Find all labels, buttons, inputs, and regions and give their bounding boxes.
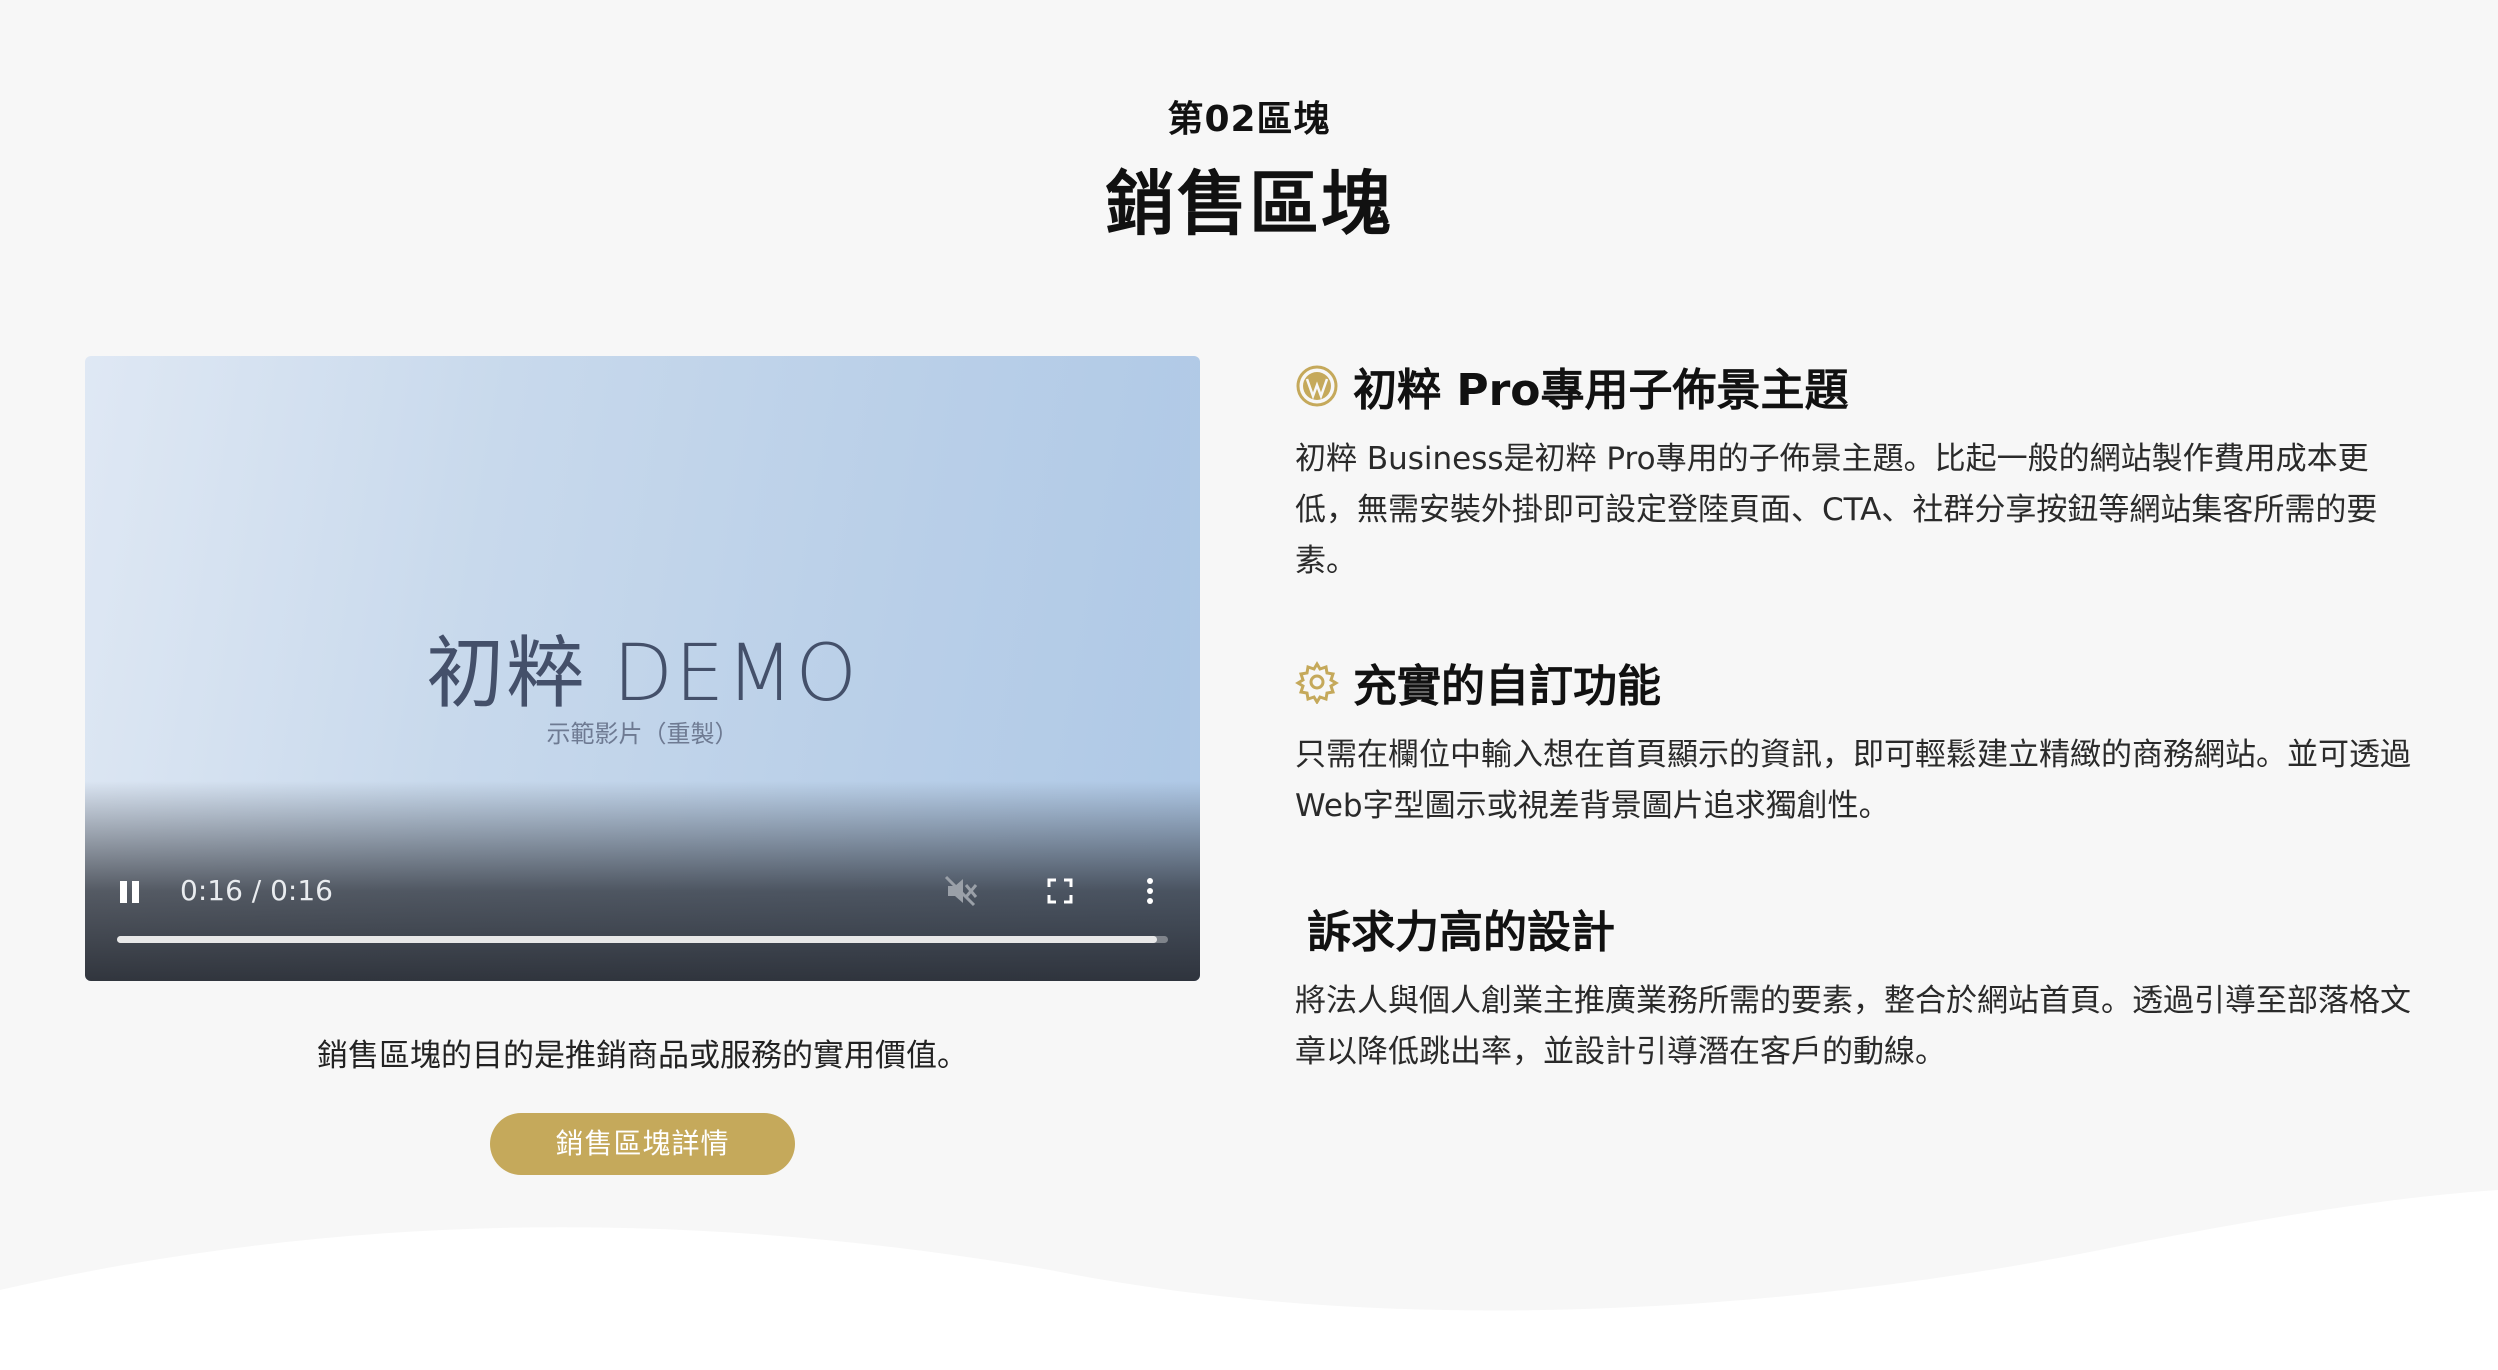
- video-controls: 0:16 / 0:16: [85, 871, 1200, 911]
- video-progress-fill: [117, 936, 1158, 943]
- section-title: 銷售區塊: [1105, 163, 1393, 245]
- video-progress-bar[interactable]: [117, 936, 1168, 943]
- sales-caption: 銷售區塊的目的是推銷商品或服務的實用價值。: [317, 1038, 968, 1074]
- feature-item: 充實的自訂功能 只需在欄位中輸入想在首頁顯示的資訊，即可輕鬆建立精緻的商務網站。…: [1295, 652, 2415, 832]
- feature-title: 初粹 Pro專用子佈景主題: [1295, 356, 2415, 416]
- feature-title-text: 訴求力高的設計: [1307, 907, 1615, 958]
- pause-icon[interactable]: [117, 871, 143, 922]
- section-header: 第02區塊 銷售區塊: [0, 90, 2498, 249]
- feature-item: 訴求力高的設計 將法人與個人創業主推廣業務所需的要素，整合於網站首頁。透過引導至…: [1295, 898, 2415, 1078]
- bottom-wave-divider: [0, 1190, 2498, 1370]
- video-player[interactable]: 初粹 DEMO 示範影片（重製） 0:16 / 0:16: [85, 356, 1200, 981]
- video-time: 0:16 / 0:16: [180, 874, 333, 907]
- feature-title: 充實的自訂功能: [1295, 652, 2415, 712]
- feature-title-text: 初粹 Pro專用子佈景主題: [1353, 365, 1849, 416]
- mute-icon[interactable]: [940, 871, 980, 922]
- feature-description: 只需在欄位中輸入想在首頁顯示的資訊，即可輕鬆建立精緻的商務網站。並可透過Web字…: [1295, 737, 2411, 824]
- section-eyebrow: 第02區塊: [1167, 99, 1331, 140]
- feature-title-text: 充實的自訂功能: [1353, 661, 1661, 712]
- video-poster-subtitle: 示範影片（重製）: [546, 720, 739, 748]
- more-options-icon[interactable]: [1140, 871, 1160, 922]
- feature-item: 初粹 Pro專用子佈景主題 初粹 Business是初粹 Pro專用的子佈景主題…: [1295, 356, 2415, 587]
- fullscreen-icon[interactable]: [1040, 871, 1080, 922]
- video-poster-title: 初粹 DEMO: [426, 629, 859, 719]
- gear-icon: [1295, 660, 1339, 705]
- feature-title: 訴求力高的設計: [1295, 898, 2415, 958]
- feature-description: 初粹 Business是初粹 Pro專用的子佈景主題。比起一般的網站製作費用成本…: [1295, 441, 2378, 579]
- feature-description: 將法人與個人創業主推廣業務所需的要素，整合於網站首頁。透過引導至部落格文章以降低…: [1295, 983, 2411, 1070]
- wordpress-icon: [1295, 364, 1339, 408]
